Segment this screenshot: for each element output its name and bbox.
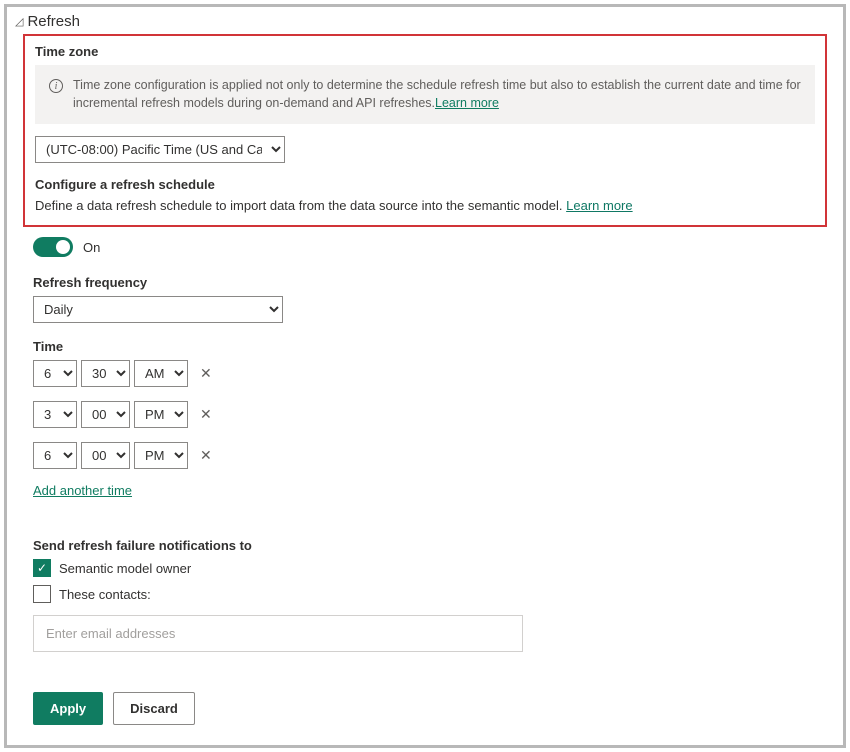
frequency-label: Refresh frequency	[33, 275, 817, 290]
time-row: 6 30 AM ✕	[33, 360, 817, 387]
contacts-checkbox-label: These contacts:	[59, 587, 151, 602]
minute-select[interactable]: 00	[81, 442, 130, 469]
highlighted-region: Time zone i Time zone configuration is a…	[23, 34, 827, 227]
timezone-select[interactable]: (UTC-08:00) Pacific Time (US and Can	[35, 136, 285, 163]
time-row: 6 00 PM ✕	[33, 442, 817, 469]
toggle-label: On	[83, 240, 100, 255]
ampm-select[interactable]: PM	[134, 401, 188, 428]
hour-select[interactable]: 3	[33, 401, 77, 428]
ampm-select[interactable]: PM	[134, 442, 188, 469]
info-text: Time zone configuration is applied not o…	[73, 77, 801, 112]
collapse-icon: ◿	[15, 15, 23, 28]
contacts-checkbox[interactable]	[33, 585, 51, 603]
ampm-select[interactable]: AM	[134, 360, 188, 387]
remove-time-icon[interactable]: ✕	[196, 406, 216, 423]
frequency-select[interactable]: Daily	[33, 296, 283, 323]
timezone-learn-more-link[interactable]: Learn more	[435, 96, 499, 110]
email-input[interactable]	[33, 615, 523, 652]
owner-checkbox[interactable]: ✓	[33, 559, 51, 577]
info-icon: i	[49, 79, 63, 93]
remove-time-icon[interactable]: ✕	[196, 365, 216, 382]
notifications-heading: Send refresh failure notifications to	[33, 538, 817, 553]
hour-select[interactable]: 6	[33, 442, 77, 469]
schedule-desc: Define a data refresh schedule to import…	[35, 198, 815, 213]
time-label: Time	[33, 339, 817, 354]
section-header[interactable]: ◿ Refresh	[7, 7, 843, 34]
hour-select[interactable]: 6	[33, 360, 77, 387]
add-another-time-link[interactable]: Add another time	[33, 483, 132, 498]
schedule-heading: Configure a refresh schedule	[35, 177, 815, 192]
minute-select[interactable]: 30	[81, 360, 130, 387]
checkmark-icon: ✓	[37, 561, 47, 575]
timezone-heading: Time zone	[35, 44, 815, 59]
info-banner: i Time zone configuration is applied not…	[35, 65, 815, 124]
time-row: 3 00 PM ✕	[33, 401, 817, 428]
remove-time-icon[interactable]: ✕	[196, 447, 216, 464]
apply-button[interactable]: Apply	[33, 692, 103, 725]
section-title: Refresh	[27, 13, 80, 30]
owner-checkbox-label: Semantic model owner	[59, 561, 191, 576]
minute-select[interactable]: 00	[81, 401, 130, 428]
schedule-toggle[interactable]	[33, 237, 73, 257]
schedule-learn-more-link[interactable]: Learn more	[566, 198, 632, 213]
discard-button[interactable]: Discard	[113, 692, 195, 725]
